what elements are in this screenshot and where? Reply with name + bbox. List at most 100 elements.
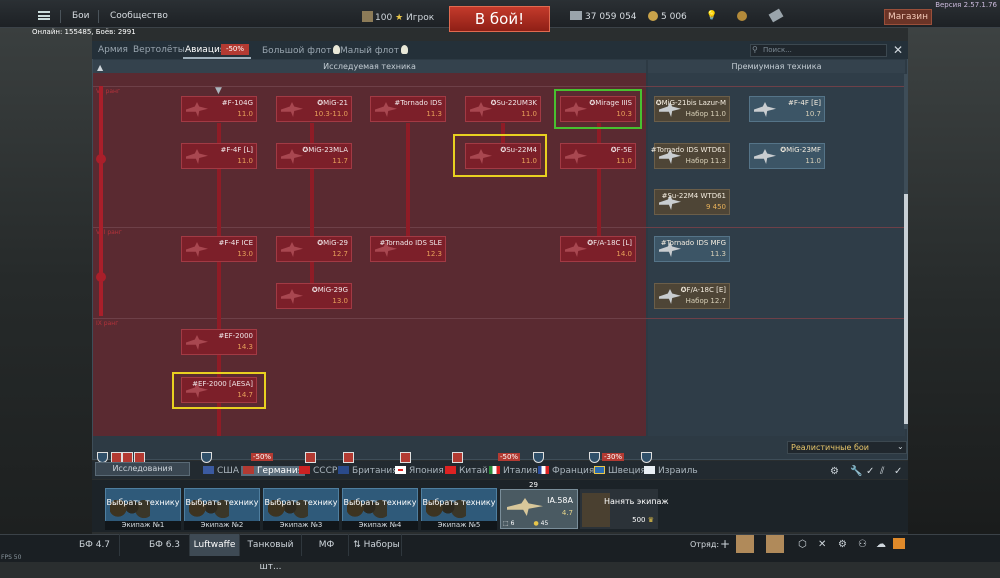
vehicle-card[interactable]: #F-4F ICE 13.0 bbox=[181, 236, 257, 262]
vehicle-card[interactable]: #Tornado IDS SLE 12.3 bbox=[370, 236, 446, 262]
crew-slot[interactable]: Выбрать технику bbox=[421, 488, 497, 523]
check-icon[interactable]: ✓ bbox=[894, 466, 902, 477]
preset-tab[interactable]: Luftwaffe bbox=[190, 534, 240, 556]
squad-avatar[interactable] bbox=[736, 535, 754, 553]
vehicle-card[interactable]: ✪MiG-29G 13.0 bbox=[276, 283, 352, 309]
crew-slot[interactable]: Выбрать технику bbox=[105, 488, 181, 523]
premium-icon[interactable] bbox=[737, 11, 750, 22]
premium-vehicle-card[interactable]: #Tornado IDS WTD61 Набор 11.3 bbox=[651, 143, 730, 169]
plane-icon bbox=[754, 149, 776, 164]
presets-tab[interactable]: ⇅ Наборы bbox=[352, 534, 402, 556]
crew-slot[interactable]: Выбрать технику bbox=[342, 488, 418, 523]
sweden-flag-icon bbox=[594, 466, 605, 474]
ammo-icon[interactable]: ⫽ bbox=[880, 466, 884, 477]
crew-slot[interactable]: Выбрать технику bbox=[263, 488, 339, 523]
preset-tab[interactable]: БФ 4.7 bbox=[70, 534, 120, 556]
nav-battles[interactable]: Бои bbox=[72, 11, 90, 21]
ticket-icon[interactable] bbox=[768, 8, 785, 23]
tab-helicopters[interactable]: Вертолёты bbox=[133, 45, 185, 55]
squad-avatar[interactable] bbox=[766, 535, 784, 553]
scrollbar-thumb[interactable] bbox=[904, 194, 908, 424]
add-icon[interactable]: + bbox=[720, 537, 730, 551]
vehicle-card[interactable]: ✪F/A-18C [L] 14.0 bbox=[560, 236, 636, 262]
vehicle-card[interactable]: ✪MiG-21 10.3-11.0 bbox=[276, 96, 352, 122]
premium-vehicle-card[interactable]: ✪F/A-18C [E] Набор 12.7 bbox=[654, 283, 730, 309]
chat-icon[interactable]: ☁ bbox=[876, 539, 886, 550]
tab-coastal-fleet[interactable]: Малый флот bbox=[340, 45, 409, 56]
preset-tab[interactable]: МФ bbox=[305, 534, 349, 556]
settings-icon[interactable]: ⚙ bbox=[830, 466, 839, 477]
vehicle-card[interactable]: #EF-2000 14.3 bbox=[181, 329, 257, 355]
country-sweden[interactable]: Швеция bbox=[594, 466, 646, 476]
check-icon[interactable]: ✓ bbox=[866, 466, 874, 477]
premium-vehicle-card[interactable]: ✪MiG-21bis Lazur-M Набор 11.0 bbox=[654, 96, 730, 122]
plane-icon bbox=[281, 149, 303, 164]
tree-line bbox=[310, 261, 314, 283]
country-ussr[interactable]: СССР bbox=[299, 466, 337, 476]
crew-name: Экипаж №3 bbox=[263, 521, 339, 530]
online-counter: Онлайн: 155485, Боёв: 2991 bbox=[32, 28, 136, 36]
plane-icon bbox=[659, 289, 681, 304]
vehicle-card[interactable]: ✪MiG-29 12.7 bbox=[276, 236, 352, 262]
search-input[interactable]: Поиск... bbox=[750, 44, 887, 57]
friends-icon[interactable]: ⚇ bbox=[858, 539, 867, 550]
presets-icon: ⇅ bbox=[353, 540, 361, 550]
country-israel[interactable]: Израиль bbox=[644, 466, 698, 476]
research-tab[interactable]: Исследования bbox=[95, 462, 190, 476]
country-japan[interactable]: Япония bbox=[395, 466, 444, 476]
shop-button[interactable]: Магазин bbox=[884, 9, 932, 25]
highlight-frame bbox=[554, 89, 642, 129]
settings-icon[interactable]: ⚙ bbox=[838, 539, 847, 550]
premium-vehicle-card[interactable]: #Tornado IDS MFG 11.3 bbox=[654, 236, 730, 262]
plane-icon bbox=[281, 289, 303, 304]
premium-vehicle-card[interactable]: #F-4F [E] 10.7 bbox=[749, 96, 825, 122]
vehicle-card[interactable]: #F-4F [L] 11.0 bbox=[181, 143, 257, 169]
close-icon[interactable]: ✕ bbox=[818, 539, 826, 550]
down-arrow-icon: ▼ bbox=[215, 86, 222, 96]
tab-army[interactable]: Армия bbox=[98, 45, 128, 55]
hire-crew-slot[interactable]: Нанять экипаж 500 ♛ bbox=[580, 489, 669, 529]
mail-icon[interactable] bbox=[893, 538, 905, 549]
menu-icon[interactable] bbox=[38, 11, 50, 20]
player-info[interactable]: 100 ★ Игрок bbox=[362, 11, 434, 23]
tree-line bbox=[310, 123, 314, 143]
close-icon[interactable]: ✕ bbox=[893, 43, 903, 57]
plane-icon bbox=[186, 149, 208, 164]
ussr-flag-icon bbox=[299, 466, 310, 474]
rank-marker bbox=[96, 272, 106, 282]
crew-name: Экипаж №1 bbox=[105, 521, 181, 530]
premium-vehicle-card[interactable]: #Su-22M4 WTD61 9 450 bbox=[654, 189, 730, 215]
vehicle-card[interactable]: #F-104G 11.0 bbox=[181, 96, 257, 122]
game-mode-select[interactable]: Реалистичные бои bbox=[787, 441, 907, 454]
plane-icon bbox=[565, 242, 587, 257]
country-germany[interactable]: Германия bbox=[241, 466, 306, 476]
coin-icon: ● bbox=[533, 520, 539, 527]
to-battle-button[interactable]: В бой! bbox=[449, 6, 550, 32]
collapse-arrow-icon[interactable]: ▲ bbox=[97, 63, 103, 72]
lightbulb-icon[interactable]: 💡 bbox=[706, 11, 717, 21]
country-italy[interactable]: Италия bbox=[489, 466, 538, 476]
premium-vehicle-card[interactable]: ✪MiG-23MF 11.0 bbox=[749, 143, 825, 169]
scrollbar[interactable] bbox=[904, 74, 908, 429]
crew-slot[interactable]: Выбрать технику bbox=[184, 488, 260, 523]
vehicle-card[interactable]: ✪MiG-23MLA 11.7 bbox=[276, 143, 352, 169]
country-china[interactable]: Китай bbox=[445, 466, 488, 476]
israel-flag-icon bbox=[644, 466, 655, 474]
vehicle-card[interactable]: ✪F-5E 11.0 bbox=[560, 143, 636, 169]
preset-tab[interactable]: Танковый шт... bbox=[240, 534, 302, 572]
vehicle-card[interactable]: ✪Su-22UM3K 11.0 bbox=[465, 96, 541, 122]
japan-flag-icon bbox=[395, 466, 406, 474]
nav-community[interactable]: Сообщество bbox=[110, 11, 168, 21]
plane-icon bbox=[507, 498, 543, 516]
country-usa[interactable]: США bbox=[203, 466, 239, 476]
tab-aviation[interactable]: Авиация bbox=[185, 45, 225, 55]
tab-bluewater-fleet[interactable]: Большой флот bbox=[262, 45, 341, 56]
aviation-sale-badge: -50% bbox=[221, 44, 249, 55]
vehicle-slot[interactable]: IA.58A 4.7 ⬚ 6 ● 45 bbox=[500, 489, 578, 529]
country-britain[interactable]: Британия bbox=[338, 466, 398, 476]
country-france[interactable]: Франция bbox=[538, 466, 594, 476]
search-icon: ⚲ bbox=[752, 45, 758, 54]
vehicle-card[interactable]: #Tornado IDS 11.3 bbox=[370, 96, 446, 122]
preset-tab[interactable]: БФ 6.3 bbox=[140, 534, 190, 556]
repair-icon[interactable]: 🔧 bbox=[850, 466, 862, 477]
